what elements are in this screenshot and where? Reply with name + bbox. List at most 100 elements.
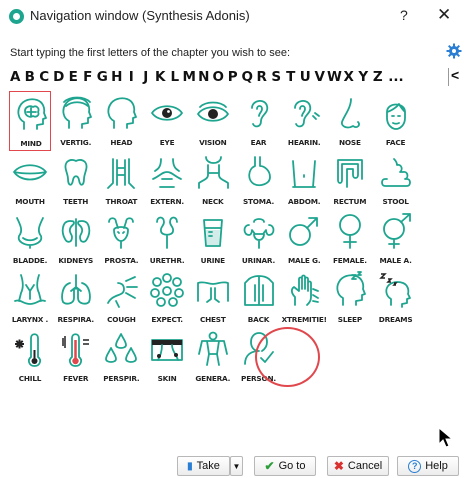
letter-u[interactable]: U [298,69,313,85]
stool-icon [380,158,411,187]
letter-p[interactable]: P [226,69,241,85]
letter-b[interactable]: B [23,69,38,85]
chapter-eye[interactable]: EYE [146,91,188,151]
dialog-footer: ▮ Take ▼ ✔ Go to ✖ Cancel ? Help [0,452,470,478]
chapter-fever[interactable]: FEVER [55,327,97,387]
chapter-expect[interactable]: EXPECT. [146,268,188,328]
chapter-teeth[interactable]: TEETH [55,150,97,210]
chapter-dreams[interactable]: DREAMS [375,268,417,328]
highlight-circle [255,327,320,387]
letter-g[interactable]: G [95,69,110,85]
chapter-female[interactable]: FEMALE. [329,209,371,269]
chapter-sleep[interactable]: SLEEP [329,268,371,328]
help-button[interactable]: ? Help [397,456,459,476]
urinary-organs-icon [243,218,274,249]
chapter-larynx[interactable]: LARYNX . [9,268,51,328]
chapter-urine[interactable]: URINE [192,209,234,269]
letter-q[interactable]: Q [240,69,255,85]
chapter-kidneys[interactable]: KIDNEYS [55,209,97,269]
letter-r[interactable]: R [255,69,270,85]
letter-n[interactable]: N [197,69,212,85]
goto-label: Go to [278,460,306,472]
chapter-bladde[interactable]: BLADDE. [9,209,51,269]
letter-j[interactable]: J [139,69,154,85]
chapter-prosta[interactable]: PROSTA. [100,209,142,269]
letter-t[interactable]: T [284,69,299,85]
chapter-neck[interactable]: NECK [192,150,234,210]
chapter-back[interactable]: BACK [238,268,280,328]
back-icon [243,275,274,306]
take-button[interactable]: ▮ Take [177,456,230,476]
close-icon[interactable]: ✕ [437,5,451,25]
chapter-rectum[interactable]: RECTUM [329,150,371,210]
chapter-perspir[interactable]: PERSPIR. [100,327,142,387]
chapter-malea[interactable]: MALE A. [375,209,417,269]
chapter-vision[interactable]: VISION [192,91,234,151]
urethra-icon [156,216,178,249]
letter-o[interactable]: O [211,69,226,85]
chapter-throat[interactable]: THROAT [100,150,142,210]
chapter-mind[interactable]: MIND [9,91,51,151]
letter-k[interactable]: K [153,69,168,85]
window-title: Navigation window (Synthesis Adonis) [30,8,250,23]
cough-icon [107,276,139,308]
letter-z[interactable]: Z [371,69,386,85]
chapter-respira[interactable]: RESPIRA. [55,268,97,328]
chapter-stoma[interactable]: STOMA. [238,150,280,210]
take-dropdown-button[interactable]: ▼ [230,456,243,476]
chapter-chill[interactable]: CHILL [9,327,51,387]
letter-c[interactable]: C [37,69,52,85]
chapter-abdom[interactable]: ABDOM. [283,150,325,210]
letter-f[interactable]: F [81,69,96,85]
rectum-icon [336,159,363,188]
letter-m[interactable]: M [182,69,197,85]
chapter-label: MALE A. [379,256,412,265]
chapter-head[interactable]: HEAD [100,91,142,151]
chapter-cough[interactable]: COUGH [100,268,142,328]
chapter-vertig[interactable]: VERTIG. [55,91,97,151]
alphabet-back-button[interactable]: < [451,67,459,83]
letter-s[interactable]: S [269,69,284,85]
goto-button[interactable]: ✔ Go to [254,456,316,476]
chapter-chest[interactable]: CHEST [192,268,234,328]
gear-icon[interactable] [446,43,462,59]
alphabet-more[interactable]: ... [385,69,407,85]
chill-thermometer-icon [15,333,41,367]
letter-e[interactable]: E [66,69,81,85]
chapter-stool[interactable]: STOOL [375,150,417,210]
expectoration-icon [150,273,184,307]
chapter-extern[interactable]: EXTERN. [146,150,188,210]
hearing-ear-icon [294,100,321,128]
alphabet-divider [448,68,449,86]
chapter-nose[interactable]: NOSE [329,91,371,151]
letter-i[interactable]: I [124,69,139,85]
chapter-face[interactable]: FACE [375,91,417,151]
letter-d[interactable]: D [52,69,67,85]
skin-icon [151,339,183,361]
letter-w[interactable]: W [327,69,342,85]
letter-v[interactable]: V [313,69,328,85]
chapter-xtremitie[interactable]: XTREMITIE! [282,268,327,328]
chapter-skin[interactable]: SKIN [146,327,188,387]
help-question-icon[interactable]: ? [400,7,408,23]
chapter-mouth[interactable]: MOUTH [9,150,51,210]
chapter-hearin[interactable]: HEARIN. [283,91,325,151]
sleep-head-icon [336,271,366,306]
letter-a[interactable]: A [8,69,23,85]
chapter-maleg[interactable]: MALE G. [283,209,325,269]
chapter-urethr[interactable]: URETHR. [146,209,188,269]
app-logo-icon [9,9,24,24]
cancel-button[interactable]: ✖ Cancel [327,456,389,476]
male-symbol-icon [289,217,319,246]
chapter-genera[interactable]: GENERA. [192,327,234,387]
chest-icon [196,281,229,303]
letter-l[interactable]: L [168,69,183,85]
letter-y[interactable]: Y [356,69,371,85]
instruction-text: Start typing the first letters of the ch… [10,47,291,59]
chapter-ear[interactable]: EAR [238,91,280,151]
letter-x[interactable]: X [342,69,357,85]
extremities-hand-icon [291,274,320,306]
letter-h[interactable]: H [110,69,125,85]
chapter-urinar[interactable]: URINAR. [238,209,280,269]
male-female-symbol-icon [382,213,411,249]
